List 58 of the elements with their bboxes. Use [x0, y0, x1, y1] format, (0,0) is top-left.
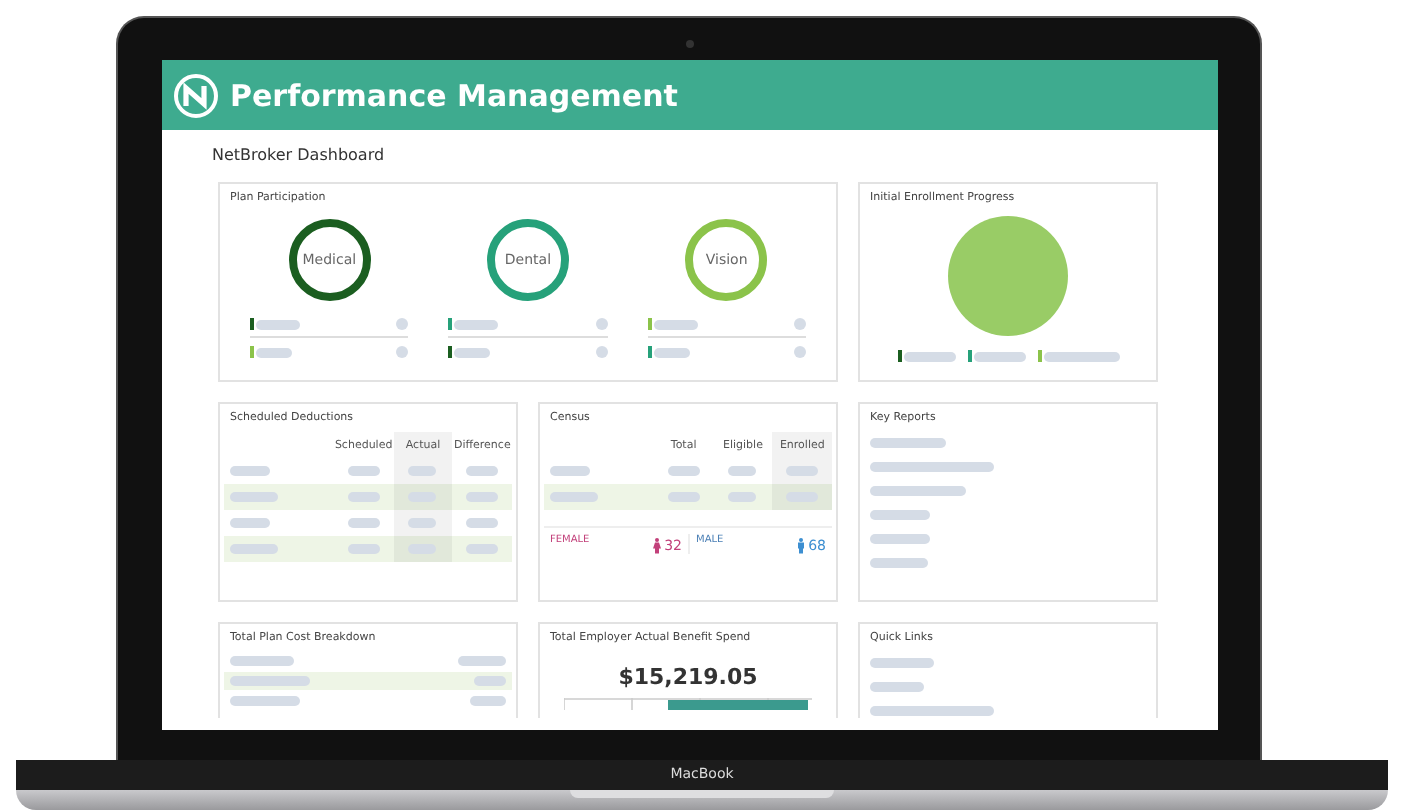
placeholder-bar	[230, 544, 278, 554]
placeholder-bar	[870, 486, 966, 496]
placeholder-bar	[870, 462, 994, 472]
camera-icon	[685, 40, 693, 48]
placeholder-bar	[347, 518, 380, 528]
amount-value: $15,219.05	[618, 664, 758, 690]
placeholder-bar	[230, 492, 278, 502]
placeholder-dot	[595, 346, 608, 358]
placeholder-bar	[870, 438, 946, 448]
placeholder-bar	[728, 466, 757, 476]
page-title: NetBroker Dashboard	[212, 146, 387, 164]
placeholder-bar	[408, 466, 437, 476]
placeholder-bar	[256, 319, 300, 329]
placeholder-bar	[230, 676, 310, 686]
placeholder-bar	[1043, 351, 1119, 361]
placeholder-bar	[230, 466, 270, 476]
placeholder-bar	[454, 347, 491, 357]
placeholder-bar	[458, 656, 506, 667]
placeholder-bar	[973, 351, 1025, 361]
placeholder-bar	[653, 347, 690, 357]
placeholder-bar	[550, 466, 590, 476]
placeholder-bar	[347, 466, 380, 476]
placeholder-bar	[870, 534, 930, 544]
placeholder-bar	[408, 518, 437, 528]
placeholder-bar	[550, 492, 598, 502]
placeholder-bar	[870, 706, 994, 716]
placeholder-bar	[230, 518, 270, 528]
placeholder-dot	[396, 318, 409, 330]
placeholder-bar	[347, 544, 380, 554]
placeholder-bar	[870, 510, 930, 520]
placeholder-bar	[466, 544, 499, 554]
placeholder-bar	[466, 466, 499, 476]
placeholder-bar	[870, 658, 934, 668]
placeholder-bar	[870, 558, 928, 568]
placeholder-bar	[903, 351, 955, 361]
placeholder-bar	[667, 466, 700, 476]
placeholder-bar	[786, 466, 819, 476]
app-title: Performance Management	[230, 77, 678, 113]
placeholder-bar	[474, 676, 506, 686]
placeholder-bar	[870, 682, 924, 692]
placeholder-bar	[466, 518, 499, 528]
placeholder-dot	[794, 318, 806, 330]
placeholder-bar	[256, 347, 292, 357]
placeholder-dot	[794, 346, 806, 358]
placeholder-bar	[667, 492, 700, 502]
placeholder-dot	[595, 318, 608, 330]
placeholder-bar	[728, 492, 757, 502]
placeholder-bar	[230, 695, 300, 706]
female-person-icon	[652, 538, 663, 554]
placeholder-bar	[454, 319, 499, 329]
placeholder-bar	[653, 319, 698, 329]
placeholder-bar	[347, 492, 380, 502]
placeholder-bar	[230, 656, 294, 667]
placeholder-dot	[396, 346, 409, 358]
male-person-icon	[796, 538, 807, 554]
placeholder-bar	[470, 695, 506, 706]
logo-icon	[174, 73, 218, 117]
placeholder-bar	[466, 492, 499, 502]
